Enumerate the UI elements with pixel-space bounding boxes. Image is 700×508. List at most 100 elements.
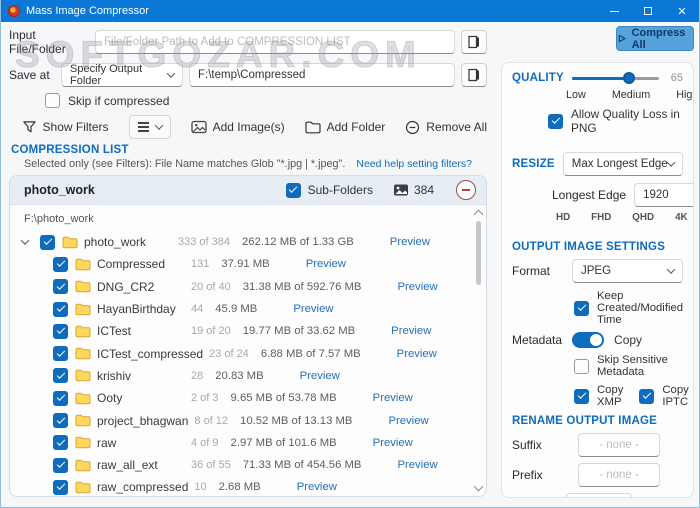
tree-row[interactable]: raw_all_ext 36 of 55 71.33 MB of 454.56 … [22, 454, 472, 476]
tree-row[interactable]: HayanBirthday 44 45.9 MB Preview [22, 298, 472, 320]
sub-folders-checkbox[interactable] [286, 183, 301, 198]
folder-icon [75, 481, 91, 494]
copy-iptc-checkbox[interactable] [639, 389, 654, 404]
replace-to-field[interactable] [692, 493, 694, 498]
replace-from-field[interactable] [566, 493, 632, 498]
row-checkbox[interactable] [53, 458, 68, 473]
longest-edge-label: Longest Edge [552, 188, 626, 202]
filter-funnel-icon [22, 120, 37, 134]
browse-folder-icon [466, 34, 482, 50]
row-checkbox[interactable] [53, 435, 68, 450]
tree-row[interactable]: raw_compressed 10 2.68 MB Preview [22, 476, 472, 497]
scrollbar-thumb[interactable] [476, 221, 481, 285]
list-menu-button[interactable] [129, 115, 171, 139]
row-checkbox[interactable] [53, 391, 68, 406]
folder-icon [75, 303, 91, 316]
maximize-button[interactable] [631, 0, 665, 22]
tree-row[interactable]: Compressed 131 37.91 MB Preview [22, 253, 472, 275]
input-path-field[interactable] [95, 30, 455, 54]
play-icon [617, 33, 627, 44]
scroll-down-icon[interactable] [474, 482, 484, 492]
add-images-button[interactable]: Add Image(s) [191, 120, 285, 134]
row-checkbox[interactable] [40, 235, 55, 250]
preset-hd[interactable]: HD [556, 212, 570, 223]
preset-4k[interactable]: 4K [675, 212, 688, 223]
folder-icon [75, 392, 91, 405]
scroll-up-icon[interactable] [474, 210, 484, 220]
tree-row[interactable]: photo_work 333 of 384 262.12 MB of 1.33 … [22, 231, 472, 253]
save-mode-dropdown[interactable]: Specify Output Folder [61, 63, 183, 87]
list-scrollbar[interactable] [473, 209, 483, 492]
preview-link[interactable]: Preview [397, 348, 437, 360]
row-checkbox[interactable] [53, 257, 68, 272]
quality-low[interactable]: Low [566, 89, 586, 101]
preview-link[interactable]: Preview [390, 236, 430, 248]
row-checkbox[interactable] [53, 368, 68, 383]
minus-circle-icon [405, 120, 420, 135]
minimize-button[interactable] [597, 0, 631, 22]
metadata-toggle[interactable] [572, 332, 604, 348]
resize-mode-dropdown[interactable]: Max Longest Edge [563, 152, 683, 176]
preset-qhd[interactable]: QHD [632, 212, 654, 223]
preview-link[interactable]: Preview [397, 281, 437, 293]
preview-link[interactable]: Preview [300, 370, 340, 382]
copy-xmp-checkbox[interactable] [574, 389, 589, 404]
row-checkbox[interactable] [53, 413, 68, 428]
tree-row[interactable]: krishiv 28 20.83 MB Preview [22, 365, 472, 387]
folder-size: 262.12 MB of 1.33 GB [242, 236, 354, 248]
skip-sensitive-label: Skip Sensitive Metadata [597, 354, 683, 378]
quality-high[interactable]: High [676, 89, 694, 101]
row-checkbox[interactable] [53, 324, 68, 339]
preset-fhd[interactable]: FHD [591, 212, 611, 223]
show-filters-button[interactable]: Show Filters [22, 120, 109, 134]
tree-row[interactable]: Ooty 2 of 3 9.65 MB of 53.78 MB Preview [22, 387, 472, 409]
tree-row[interactable]: ICTest 19 of 20 19.77 MB of 33.62 MB Pre… [22, 320, 472, 342]
quality-medium[interactable]: Medium [612, 89, 650, 101]
selected-count: 23 of 24 [209, 348, 249, 360]
preview-link[interactable]: Preview [306, 258, 346, 270]
tree-row[interactable]: raw 4 of 9 2.97 MB of 101.6 MB Preview [22, 432, 472, 454]
skip-if-compressed-checkbox[interactable] [45, 93, 60, 108]
output-path-field[interactable] [189, 63, 455, 87]
preview-link[interactable]: Preview [373, 437, 413, 449]
compress-all-button[interactable]: Compress All [616, 26, 694, 51]
prefix-label: Prefix [512, 468, 560, 482]
row-checkbox[interactable] [53, 279, 68, 294]
skip-sensitive-checkbox[interactable] [574, 359, 589, 374]
remove-all-button[interactable]: Remove All [405, 120, 487, 135]
row-checkbox[interactable] [53, 346, 68, 361]
preview-link[interactable]: Preview [397, 459, 437, 471]
png-loss-checkbox[interactable] [548, 114, 563, 129]
preview-link[interactable]: Preview [388, 415, 428, 427]
preview-link[interactable]: Preview [373, 392, 413, 404]
browse-input-button[interactable] [461, 30, 487, 54]
browse-output-button[interactable] [461, 63, 487, 87]
preview-link[interactable]: Preview [293, 303, 333, 315]
add-images-label: Add Image(s) [213, 120, 285, 134]
browse-folder-icon [466, 67, 482, 83]
tree-row[interactable]: project_bhagwan 8 of 12 10.52 MB of 13.1… [22, 409, 472, 431]
preview-link[interactable]: Preview [297, 481, 337, 493]
tree-row[interactable]: DNG_CR2 20 of 40 31.38 MB of 592.76 MB P… [22, 276, 472, 298]
format-dropdown[interactable]: JPEG [572, 259, 683, 283]
folder-name: raw_all_ext [97, 458, 191, 472]
row-checkbox[interactable] [53, 302, 68, 317]
compression-list-card: photo_work Sub-Folders 384 F:\photo_work… [9, 175, 487, 497]
quality-slider[interactable] [572, 72, 659, 84]
quality-slider-thumb[interactable] [623, 72, 635, 84]
longest-edge-field[interactable] [634, 183, 694, 207]
folder-size: 19.77 MB of 33.62 MB [243, 325, 355, 337]
quality-value: 65 [667, 72, 683, 84]
folder-size: 10.52 MB of 13.13 MB [240, 415, 352, 427]
keep-time-checkbox[interactable] [574, 301, 589, 316]
tree-row[interactable]: ICTest_compressed 23 of 24 6.88 MB of 7.… [22, 342, 472, 364]
suffix-field[interactable] [578, 433, 660, 457]
expand-chevron-icon[interactable] [22, 239, 40, 245]
filter-help-link[interactable]: Need help setting filters? [356, 158, 472, 170]
prefix-field[interactable] [578, 463, 660, 487]
close-button[interactable]: ✕ [665, 0, 699, 22]
preview-link[interactable]: Preview [391, 325, 431, 337]
remove-group-button[interactable] [456, 180, 476, 200]
add-folder-button[interactable]: Add Folder [305, 120, 386, 134]
row-checkbox[interactable] [53, 480, 68, 495]
